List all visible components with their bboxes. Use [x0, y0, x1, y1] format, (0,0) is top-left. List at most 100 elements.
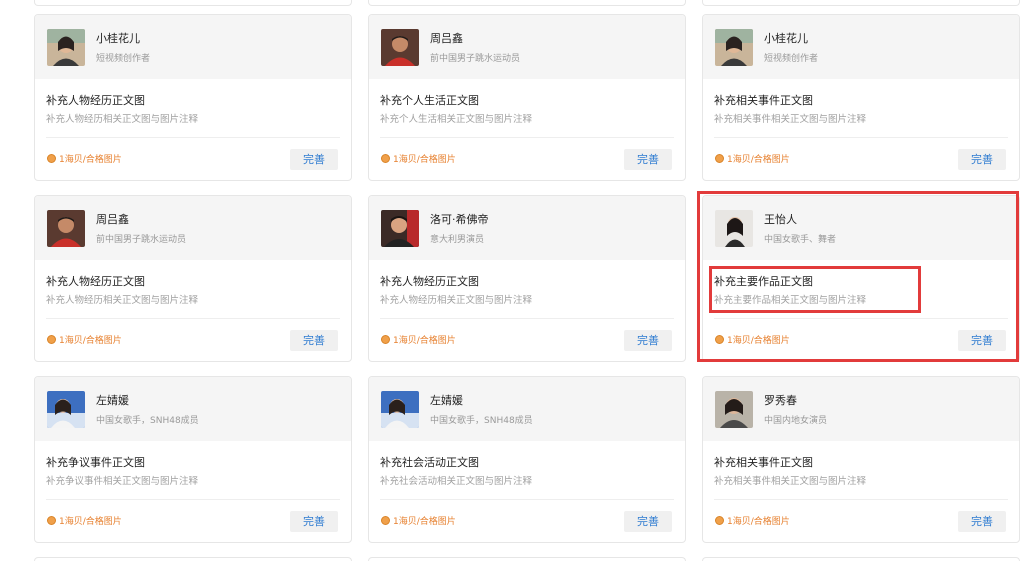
reward-text: 1海贝/合格图片	[59, 155, 122, 165]
card-header: 王怡人 中国女歌手、舞者	[703, 196, 1019, 260]
divider	[46, 499, 340, 500]
coin-icon	[381, 335, 390, 344]
complete-button[interactable]: 完善	[958, 330, 1006, 351]
coin-icon	[715, 335, 724, 344]
avatar[interactable]	[715, 391, 753, 428]
avatar[interactable]	[381, 210, 419, 247]
task-description: 补充争议事件相关正文图与图片注释	[46, 476, 199, 487]
complete-button[interactable]: 完善	[624, 330, 672, 351]
coin-icon	[47, 335, 56, 344]
coin-icon	[381, 154, 390, 163]
reward: 1海贝/合格图片	[381, 514, 456, 527]
coin-icon	[47, 516, 56, 525]
divider	[380, 499, 674, 500]
reward-text: 1海贝/合格图片	[393, 336, 456, 346]
coin-icon	[381, 516, 390, 525]
complete-button[interactable]: 完善	[290, 149, 338, 170]
task-card: 周吕鑫 前中国男子跳水运动员 补充人物经历正文图 补充人物经历相关正文图与图片注…	[34, 195, 352, 362]
reward-text: 1海贝/合格图片	[393, 155, 456, 165]
task-title: 补充相关事件正文图	[714, 94, 813, 107]
task-card: 周吕鑫 前中国男子跳水运动员 补充个人生活正文图 补充个人生活相关正文图与图片注…	[368, 14, 686, 181]
reward-text: 1海贝/合格图片	[727, 155, 790, 165]
reward-text: 1海贝/合格图片	[393, 517, 456, 527]
card-partial	[368, 0, 686, 6]
task-card: 左婧媛 中国女歌手，SNH48成员 补充争议事件正文图 补充争议事件相关正文图与…	[34, 376, 352, 543]
card-partial	[34, 557, 352, 561]
reward-text: 1海贝/合格图片	[59, 336, 122, 346]
task-description: 补充相关事件相关正文图与图片注释	[714, 114, 867, 125]
task-card: 左婧媛 中国女歌手，SNH48成员 补充社会活动正文图 补充社会活动相关正文图与…	[368, 376, 686, 543]
card-header: 左婧媛 中国女歌手，SNH48成员	[35, 377, 351, 441]
person-name[interactable]: 左婧媛	[430, 392, 463, 408]
complete-button[interactable]: 完善	[624, 149, 672, 170]
reward: 1海贝/合格图片	[715, 333, 790, 346]
complete-button[interactable]: 完善	[958, 511, 1006, 532]
reward: 1海贝/合格图片	[715, 152, 790, 165]
avatar[interactable]	[47, 210, 85, 247]
reward: 1海贝/合格图片	[47, 514, 122, 527]
reward: 1海贝/合格图片	[715, 514, 790, 527]
person-name[interactable]: 小桂花儿	[96, 30, 140, 46]
reward-text: 1海贝/合格图片	[727, 336, 790, 346]
card-header: 小桂花儿 短视频创作者	[703, 15, 1019, 79]
card-header: 周吕鑫 前中国男子跳水运动员	[369, 15, 685, 79]
reward: 1海贝/合格图片	[47, 333, 122, 346]
task-title: 补充人物经历正文图	[46, 275, 145, 288]
divider	[380, 318, 674, 319]
complete-button[interactable]: 完善	[624, 511, 672, 532]
task-title: 补充相关事件正文图	[714, 456, 813, 469]
person-description: 短视频创作者	[764, 54, 819, 64]
person-description: 意大利男演员	[430, 235, 485, 245]
coin-icon	[47, 154, 56, 163]
person-name[interactable]: 周吕鑫	[430, 30, 463, 46]
avatar[interactable]	[47, 29, 85, 66]
divider	[46, 318, 340, 319]
reward: 1海贝/合格图片	[381, 333, 456, 346]
card-header: 小桂花儿 短视频创作者	[35, 15, 351, 79]
person-description: 短视频创作者	[96, 54, 151, 64]
person-description: 中国女歌手，SNH48成员	[96, 416, 199, 426]
person-name[interactable]: 王怡人	[764, 211, 797, 227]
task-title: 补充主要作品正文图	[714, 275, 813, 288]
task-title: 补充争议事件正文图	[46, 456, 145, 469]
card-partial	[702, 0, 1020, 6]
divider	[714, 499, 1008, 500]
task-description: 补充相关事件相关正文图与图片注释	[714, 476, 867, 487]
task-card: 王怡人 中国女歌手、舞者 补充主要作品正文图 补充主要作品相关正文图与图片注释 …	[702, 195, 1020, 362]
complete-button[interactable]: 完善	[290, 330, 338, 351]
reward: 1海贝/合格图片	[381, 152, 456, 165]
avatar[interactable]	[715, 29, 753, 66]
person-description: 中国女歌手、舞者	[764, 235, 837, 245]
task-title: 补充社会活动正文图	[380, 456, 479, 469]
task-card: 小桂花儿 短视频创作者 补充相关事件正文图 补充相关事件相关正文图与图片注释 1…	[702, 14, 1020, 181]
person-description: 前中国男子跳水运动员	[430, 54, 521, 64]
task-card: 罗秀春 中国内地女演员 补充相关事件正文图 补充相关事件相关正文图与图片注释 1…	[702, 376, 1020, 543]
card-partial	[702, 557, 1020, 561]
task-description: 补充社会活动相关正文图与图片注释	[380, 476, 533, 487]
avatar[interactable]	[381, 29, 419, 66]
person-name[interactable]: 洛可·希佛帝	[430, 211, 489, 227]
person-name[interactable]: 罗秀春	[764, 392, 797, 408]
complete-button[interactable]: 完善	[958, 149, 1006, 170]
reward: 1海贝/合格图片	[47, 152, 122, 165]
divider	[380, 137, 674, 138]
divider	[714, 318, 1008, 319]
task-card: 小桂花儿 短视频创作者 补充人物经历正文图 补充人物经历相关正文图与图片注释 1…	[34, 14, 352, 181]
person-name[interactable]: 小桂花儿	[764, 30, 808, 46]
person-description: 中国女歌手，SNH48成员	[430, 416, 533, 426]
card-partial	[368, 557, 686, 561]
avatar[interactable]	[47, 391, 85, 428]
coin-icon	[715, 516, 724, 525]
task-title: 补充人物经历正文图	[46, 94, 145, 107]
person-name[interactable]: 周吕鑫	[96, 211, 129, 227]
task-title: 补充人物经历正文图	[380, 275, 479, 288]
card-header: 洛可·希佛帝 意大利男演员	[369, 196, 685, 260]
task-card: 洛可·希佛帝 意大利男演员 补充人物经历正文图 补充人物经历相关正文图与图片注释…	[368, 195, 686, 362]
person-name[interactable]: 左婧媛	[96, 392, 129, 408]
divider	[714, 137, 1008, 138]
complete-button[interactable]: 完善	[290, 511, 338, 532]
reward-text: 1海贝/合格图片	[59, 517, 122, 527]
divider	[46, 137, 340, 138]
avatar[interactable]	[715, 210, 753, 247]
avatar[interactable]	[381, 391, 419, 428]
